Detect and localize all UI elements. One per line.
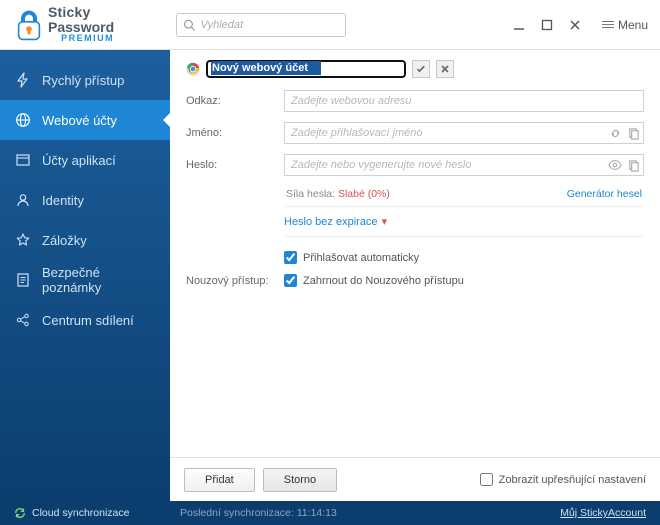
sidebar-item-label: Rychlý přístup bbox=[42, 73, 124, 88]
sidebar-item-web-accounts[interactable]: Webové účty bbox=[0, 100, 170, 140]
cloud-sync-status[interactable]: Cloud synchronizace bbox=[14, 507, 170, 519]
copy-icon[interactable] bbox=[626, 126, 640, 140]
menu-label: Menu bbox=[618, 18, 648, 32]
sticky-account-link[interactable]: Můj StickyAccount bbox=[560, 507, 646, 519]
sidebar-item-label: Bezpečné poznámky bbox=[42, 265, 156, 295]
sync-icon bbox=[14, 507, 26, 519]
search-input[interactable] bbox=[200, 19, 339, 31]
sidebar-item-label: Webové účty bbox=[42, 113, 117, 128]
sidebar-item-label: Centrum sdílení bbox=[42, 313, 134, 328]
emergency-section-label: Nouzový přístup: bbox=[186, 275, 276, 287]
link-input[interactable] bbox=[284, 90, 644, 112]
copy-password-icon[interactable] bbox=[626, 158, 640, 172]
note-icon bbox=[14, 271, 32, 289]
main-panel: Odkaz: Jméno: Heslo: bbox=[170, 50, 660, 501]
expire-label: Heslo bez expirace bbox=[284, 216, 378, 228]
menu-button[interactable]: Menu bbox=[602, 18, 648, 32]
search-box[interactable] bbox=[176, 13, 346, 37]
auto-login-label: Přihlašovat automaticky bbox=[303, 252, 419, 264]
globe-icon bbox=[14, 111, 32, 129]
eye-icon[interactable] bbox=[608, 158, 622, 172]
person-icon bbox=[14, 191, 32, 209]
cancel-button[interactable]: Storno bbox=[263, 468, 337, 492]
link-icon[interactable] bbox=[608, 126, 622, 140]
sidebar-item-label: Identity bbox=[42, 193, 84, 208]
form-body: Odkaz: Jméno: Heslo: bbox=[170, 80, 660, 287]
bolt-icon bbox=[14, 71, 32, 89]
cloud-sync-label: Cloud synchronizace bbox=[32, 507, 129, 519]
sidebar-item-bookmarks[interactable]: Záložky bbox=[0, 220, 170, 260]
sidebar-item-identities[interactable]: Identity bbox=[0, 180, 170, 220]
close-button[interactable] bbox=[568, 18, 582, 32]
sidebar-item-secure-notes[interactable]: Bezpečné poznámky bbox=[0, 260, 170, 300]
add-button[interactable]: Přidat bbox=[184, 468, 255, 492]
show-advanced-checkbox[interactable] bbox=[480, 473, 493, 486]
password-expiry-dropdown[interactable]: Heslo bez expirace ▾ bbox=[284, 211, 644, 232]
password-generator-link[interactable]: Generátor hesel bbox=[567, 188, 642, 200]
logo-edition: PREMIUM bbox=[48, 34, 114, 43]
auto-login-checkbox[interactable] bbox=[284, 251, 297, 264]
account-title-input[interactable] bbox=[206, 60, 406, 78]
share-icon bbox=[14, 311, 32, 329]
sidebar-item-sharing-center[interactable]: Centrum sdílení bbox=[0, 300, 170, 340]
last-sync: Poslední synchronizace: 11:14:13 bbox=[180, 507, 337, 519]
password-input[interactable] bbox=[284, 154, 644, 176]
lock-logo-icon bbox=[16, 9, 42, 41]
username-input[interactable] bbox=[284, 122, 644, 144]
emergency-include-checkbox[interactable] bbox=[284, 274, 297, 287]
sidebar: Rychlý přístup Webové účty Účty aplikací… bbox=[0, 50, 170, 501]
app-logo: Sticky Password PREMIUM bbox=[16, 5, 170, 44]
maximize-button[interactable] bbox=[540, 18, 554, 32]
chrome-icon bbox=[186, 62, 200, 76]
show-advanced-label: Zobrazit upřesňující nastavení bbox=[499, 474, 646, 486]
cancel-title-button[interactable] bbox=[436, 60, 454, 78]
confirm-title-button[interactable] bbox=[412, 60, 430, 78]
password-strength-row: Síla hesla: Slabé (0%) Generátor hesel bbox=[284, 186, 644, 202]
strength-value: Slabé (0%) bbox=[338, 188, 390, 200]
logo-line1: Sticky bbox=[48, 5, 114, 20]
sidebar-item-label: Účty aplikací bbox=[42, 153, 116, 168]
minimize-button[interactable] bbox=[512, 18, 526, 32]
hamburger-icon bbox=[602, 21, 614, 28]
sidebar-item-quick-access[interactable]: Rychlý přístup bbox=[0, 60, 170, 100]
window-controls: Menu bbox=[512, 18, 652, 32]
logo-line2: Password bbox=[48, 20, 114, 35]
field-label-name: Jméno: bbox=[186, 127, 276, 139]
window-icon bbox=[14, 151, 32, 169]
star-icon bbox=[14, 231, 32, 249]
caret-down-icon: ▾ bbox=[382, 215, 388, 228]
title-bar: Sticky Password PREMIUM Menu bbox=[0, 0, 660, 50]
show-advanced-toggle[interactable]: Zobrazit upřesňující nastavení bbox=[480, 473, 646, 486]
sidebar-item-app-accounts[interactable]: Účty aplikací bbox=[0, 140, 170, 180]
button-bar: Přidat Storno Zobrazit upřesňující nasta… bbox=[170, 457, 660, 501]
emergency-include-label: Zahrnout do Nouzového přístupu bbox=[303, 275, 464, 287]
form-header bbox=[170, 50, 660, 80]
status-bar: Cloud synchronizace Poslední synchroniza… bbox=[0, 501, 660, 525]
sidebar-item-label: Záložky bbox=[42, 233, 87, 248]
field-label-password: Heslo: bbox=[186, 159, 276, 171]
search-icon bbox=[183, 18, 195, 32]
field-label-link: Odkaz: bbox=[186, 95, 276, 107]
strength-label: Síla hesla: bbox=[286, 188, 335, 200]
